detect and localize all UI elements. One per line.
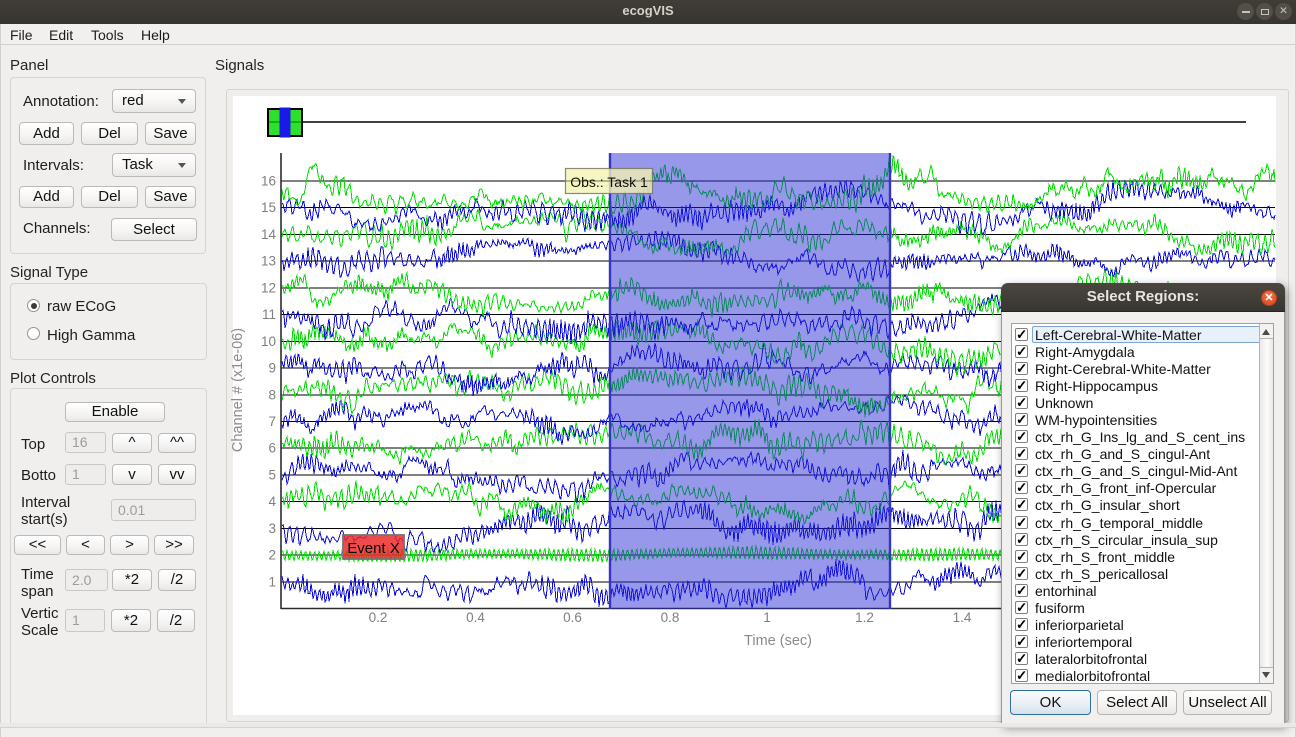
svg-text:1.4: 1.4: [953, 610, 972, 625]
svg-text:Channel # (x1e-06): Channel # (x1e-06): [230, 328, 246, 452]
svg-text:16: 16: [261, 174, 276, 189]
svg-text:0.8: 0.8: [661, 610, 680, 625]
svg-text:8: 8: [268, 387, 276, 402]
svg-text:10: 10: [261, 334, 276, 349]
svg-text:1: 1: [763, 610, 771, 625]
svg-text:11: 11: [262, 307, 276, 322]
svg-text:14: 14: [261, 227, 277, 242]
svg-text:0.4: 0.4: [466, 610, 485, 625]
svg-text:Event X: Event X: [347, 540, 400, 557]
svg-text:13: 13: [261, 254, 276, 269]
svg-text:4: 4: [268, 494, 276, 509]
svg-text:12: 12: [261, 280, 276, 295]
svg-text:9: 9: [268, 361, 276, 376]
svg-text:Time (sec): Time (sec): [744, 633, 812, 649]
svg-text:0.2: 0.2: [369, 610, 388, 625]
svg-text:5: 5: [268, 467, 276, 482]
svg-text:1.2: 1.2: [855, 610, 874, 625]
svg-text:1: 1: [268, 574, 276, 589]
svg-text:Obs.: Task 1: Obs.: Task 1: [570, 174, 648, 190]
svg-text:6: 6: [268, 441, 276, 456]
svg-text:0.6: 0.6: [563, 610, 582, 625]
svg-text:7: 7: [268, 414, 276, 429]
svg-text:15: 15: [261, 200, 276, 215]
svg-text:2: 2: [268, 548, 276, 563]
svg-text:3: 3: [268, 521, 276, 536]
